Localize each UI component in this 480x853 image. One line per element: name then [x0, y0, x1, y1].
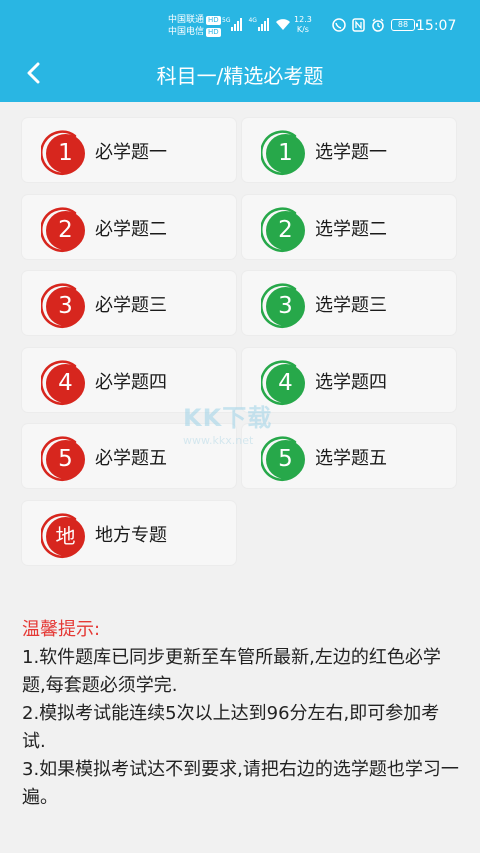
network-speed: 12.3 K/s	[294, 15, 312, 35]
hd-badge-2: HD	[206, 28, 221, 37]
tips-title: 温馨提示:	[22, 619, 101, 640]
badge-number: 2	[266, 210, 305, 250]
page-title: 科目一/精选必考题	[156, 64, 324, 88]
optional-topic-card-2[interactable]: 2 选学题二	[242, 194, 456, 259]
badge-number: 2	[46, 210, 85, 250]
number-badge-icon: 4	[41, 360, 88, 407]
badge-number: 1	[266, 134, 305, 173]
tip-line-1: 1.软件题库已同步更新至车管所最新,左边的红色必学题,每套题必须学完.	[22, 647, 441, 696]
carrier-2: 中国电信	[168, 27, 205, 37]
number-badge-icon: 1	[261, 130, 308, 177]
system-icons: 88	[332, 18, 418, 32]
card-label: 选学题四	[315, 371, 387, 393]
hd-badge-1: HD	[206, 16, 221, 25]
badge-number: 地	[46, 516, 85, 556]
card-label: 选学题一	[315, 142, 387, 163]
signal-bars-icon: 5G	[222, 17, 243, 31]
number-badge-icon: 2	[261, 207, 308, 254]
card-label: 选学题二	[315, 218, 387, 240]
card-label: 必学题五	[95, 448, 167, 469]
number-badge-icon: 3	[41, 283, 88, 330]
net-gen-1: 5G	[222, 17, 231, 24]
number-badge-icon: 1	[41, 130, 88, 177]
carrier-1: 中国联通	[168, 15, 205, 25]
tip-line-2: 2.模拟考试能连续5次以上达到96分左右,即可参加考试.	[22, 703, 440, 752]
required-topic-card-4[interactable]: 4 必学题四	[22, 347, 236, 412]
card-label: 选学题五	[315, 448, 387, 469]
card-label: 地方专题	[95, 524, 167, 546]
optional-topic-card-1[interactable]: 1 选学题一	[242, 118, 456, 182]
card-label: 必学题四	[95, 371, 167, 393]
required-topic-card-5[interactable]: 5 必学题五	[22, 424, 236, 488]
number-badge-icon: 5	[41, 436, 88, 483]
optional-topic-card-3[interactable]: 3 选学题三	[242, 271, 456, 335]
hd-call-icon	[332, 18, 346, 32]
badge-number: 4	[266, 363, 305, 403]
badge-number: 4	[46, 363, 85, 403]
signal-bars-2-icon: 4G	[248, 17, 269, 31]
badge-number: 5	[266, 440, 305, 479]
required-topic-card-6[interactable]: 地地方专题	[22, 500, 236, 565]
badge-number: 3	[46, 287, 85, 326]
clock: 15:07	[416, 18, 457, 34]
optional-topic-card-4[interactable]: 4 选学题四	[242, 347, 456, 412]
required-topic-card-2[interactable]: 2 必学题二	[22, 194, 236, 259]
optional-topic-card-5[interactable]: 5 选学题五	[242, 424, 456, 488]
card-label: 必学题一	[95, 142, 167, 163]
number-badge-icon: 5	[261, 436, 308, 483]
card-label: 选学题三	[315, 295, 387, 316]
card-label: 必学题三	[95, 295, 167, 316]
badge-number: 1	[46, 134, 85, 173]
tips-section: 温馨提示: 1.软件题库已同步更新至车管所最新,左边的红色必学题,每套题必须学完…	[22, 616, 462, 812]
speed-value: 12.3	[294, 15, 312, 24]
speed-unit: K/s	[296, 25, 309, 34]
alarm-icon	[372, 18, 384, 32]
required-topic-card-3[interactable]: 3 必学题三	[22, 271, 236, 335]
number-badge-icon: 3	[261, 283, 308, 330]
net-gen-2: 4G	[248, 17, 257, 24]
number-badge-icon: 地	[41, 513, 88, 560]
app-header: 中国联通 HD 中国电信 HD 5G 4G 12.3 K/s 88 15:07 科目…	[0, 0, 480, 102]
status-bar: 中国联通 HD 中国电信 HD 5G 4G 12.3 K/s 88 15:07	[0, 0, 480, 44]
battery-icon: 88	[391, 19, 418, 31]
signal-icons: 5G 4G	[222, 17, 291, 31]
required-topic-card-1[interactable]: 1 必学题一	[22, 118, 236, 182]
tip-line-3: 3.如果模拟考试达不到要求,请把右边的选学题也学习一遍。	[22, 759, 459, 808]
badge-number: 3	[266, 287, 305, 326]
number-badge-icon: 2	[41, 207, 88, 254]
number-badge-icon: 4	[261, 360, 308, 407]
card-label: 必学题二	[95, 218, 167, 240]
carrier-info: 中国联通 HD 中国电信 HD	[168, 14, 221, 38]
nfc-icon	[352, 18, 365, 32]
badge-number: 5	[46, 440, 85, 479]
wifi-icon	[275, 19, 290, 30]
